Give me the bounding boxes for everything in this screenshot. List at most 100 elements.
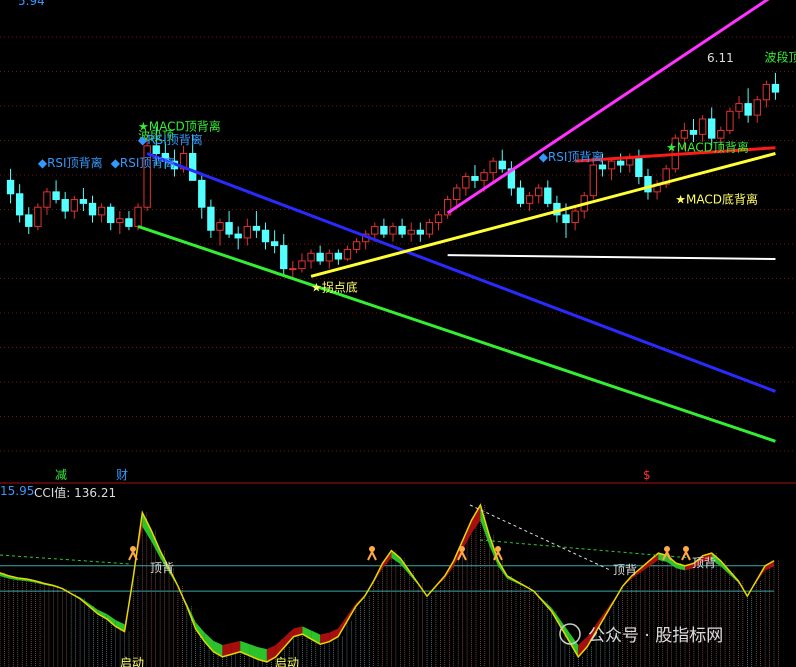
candle-body (771, 83, 780, 93)
price-annotation: ◆RSI顶背离 (111, 155, 176, 170)
candle-body (708, 118, 716, 139)
price-annotation: ★MACD顶背离 (666, 140, 749, 155)
runner-icon (683, 546, 689, 552)
candle-body (562, 214, 570, 224)
candle-body (207, 206, 215, 231)
candle-body (125, 218, 133, 227)
candle-body (371, 225, 379, 235)
candle-body (462, 176, 470, 189)
runner-icon (367, 551, 377, 561)
candle-body (25, 214, 33, 227)
cci-annotation: 启动 (120, 656, 144, 667)
runner-icon (495, 546, 501, 552)
runner-icon (459, 546, 465, 552)
candle-body (88, 202, 97, 216)
top-value: 5.94 (18, 0, 45, 8)
cci-header-label: CCI值: 136.21 (34, 486, 117, 500)
candle-body (280, 245, 288, 270)
candle-body (61, 199, 69, 212)
candle-body (243, 225, 251, 239)
price-annotation: ◆RSI顶背离 (138, 132, 203, 147)
candle-body (753, 99, 761, 116)
candle-body (107, 206, 115, 224)
candle-body (334, 252, 343, 260)
candle-body (225, 222, 233, 235)
candle-body (343, 248, 352, 260)
candle-body (116, 218, 124, 224)
candle-body (489, 160, 497, 174)
cci-left-value: 15.95 (0, 484, 35, 498)
trend-line-blue (146, 152, 776, 393)
divergence-line (469, 504, 611, 571)
runner-icon (664, 546, 670, 552)
candle-body (352, 241, 361, 250)
candle-body (471, 176, 479, 181)
candle-body (398, 225, 406, 235)
candle-body (616, 160, 625, 166)
candle-body (544, 187, 552, 204)
price-annotation: 波段顶 (765, 49, 796, 64)
candle-body (261, 229, 270, 243)
candle-body (43, 191, 51, 208)
trend-line-white (447, 254, 776, 261)
candle-body (325, 252, 333, 262)
cci-annotation: 顶背 (150, 561, 174, 575)
candle-body (744, 103, 752, 116)
candle-body (516, 187, 525, 204)
candle-body (97, 206, 106, 216)
candle-body (34, 206, 42, 227)
candle-body (15, 193, 24, 216)
cci-annotation: 启动 (275, 656, 299, 667)
candle-body (70, 199, 78, 212)
candle-body (52, 191, 60, 201)
cci-marker: 财 (116, 468, 128, 482)
chart-stage: ★MACD顶背离 波段顶 ◆RSI顶背离 ◆RSI顶背离 ◆RSI顶背离 ◆RSI顶背离 ★… (0, 0, 796, 667)
candle-body (380, 225, 388, 235)
cci-marker: $ (643, 468, 651, 482)
candle-body (589, 164, 598, 197)
candle-body (480, 172, 488, 181)
candle-body (726, 110, 734, 131)
candle-body (316, 252, 324, 262)
candle-body (644, 176, 652, 193)
stock-chart: ★MACD顶背离 波段顶 ◆RSI顶背离 ◆RSI顶背离 ◆RSI顶背离 ◆RSI顶背离 ★… (0, 0, 796, 667)
candle-body (425, 222, 434, 235)
candle-body (762, 83, 771, 101)
runner-icon (681, 551, 691, 561)
candle-body (525, 195, 534, 204)
price-annotation: ★拐点底 (311, 280, 358, 295)
watermark: 公众号 · 股指标网 (588, 626, 723, 646)
candle-body (434, 214, 443, 224)
candle-body (289, 268, 297, 271)
candle-body (535, 187, 543, 197)
candle-body (198, 179, 206, 208)
candle-body (188, 152, 197, 181)
candle-body (307, 252, 315, 262)
candle-body (680, 129, 689, 139)
candle-body (134, 206, 142, 227)
candle-body (571, 210, 579, 224)
candle-body (298, 260, 306, 270)
candle-body (389, 225, 397, 235)
candle-body (6, 179, 15, 195)
runner-icon (128, 551, 138, 561)
candle-body (407, 229, 415, 235)
candle-body (252, 225, 261, 231)
last-high-label: 6.11 (707, 51, 734, 65)
candle-body (152, 145, 160, 154)
candle-body (416, 229, 425, 235)
runner-icon (369, 546, 375, 552)
cci-annotation: 顶背 (692, 556, 716, 570)
candle-body (270, 241, 279, 247)
cci-marker: 减 (55, 468, 67, 482)
candle-body (717, 129, 725, 139)
cci-annotation: 顶背 (613, 563, 637, 577)
candle-body (598, 164, 607, 170)
cci-fill-segment (275, 636, 285, 657)
cci-fill-segment (578, 636, 588, 657)
price-annotation: ◆RSI顶背离 (539, 149, 604, 164)
candle-body (635, 156, 643, 178)
candle-body (79, 199, 88, 204)
candle-body (453, 187, 461, 201)
price-annotation: ◆RSI顶背离 (38, 155, 103, 170)
